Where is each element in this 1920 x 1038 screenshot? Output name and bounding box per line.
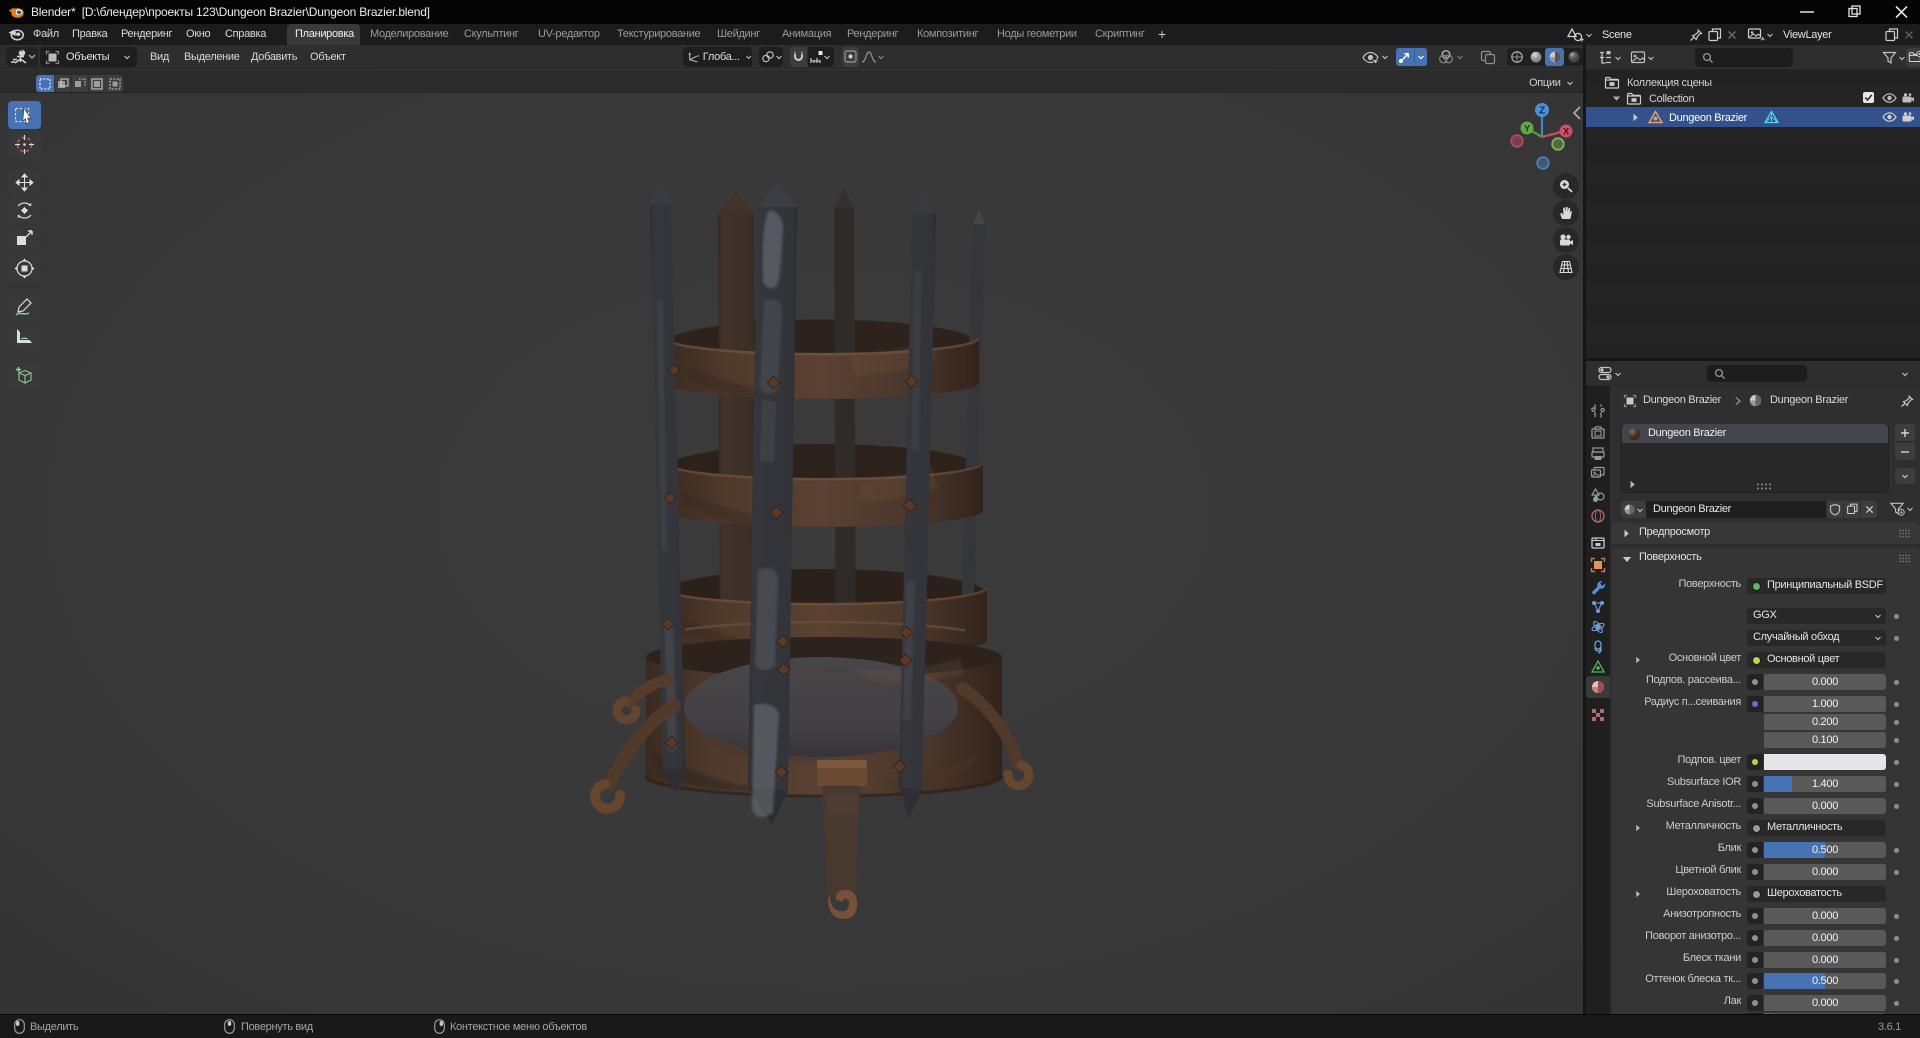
svg-text:X: X <box>1563 127 1569 137</box>
svg-text:Z: Z <box>1539 106 1545 117</box>
svg-text:Y: Y <box>1524 124 1530 134</box>
